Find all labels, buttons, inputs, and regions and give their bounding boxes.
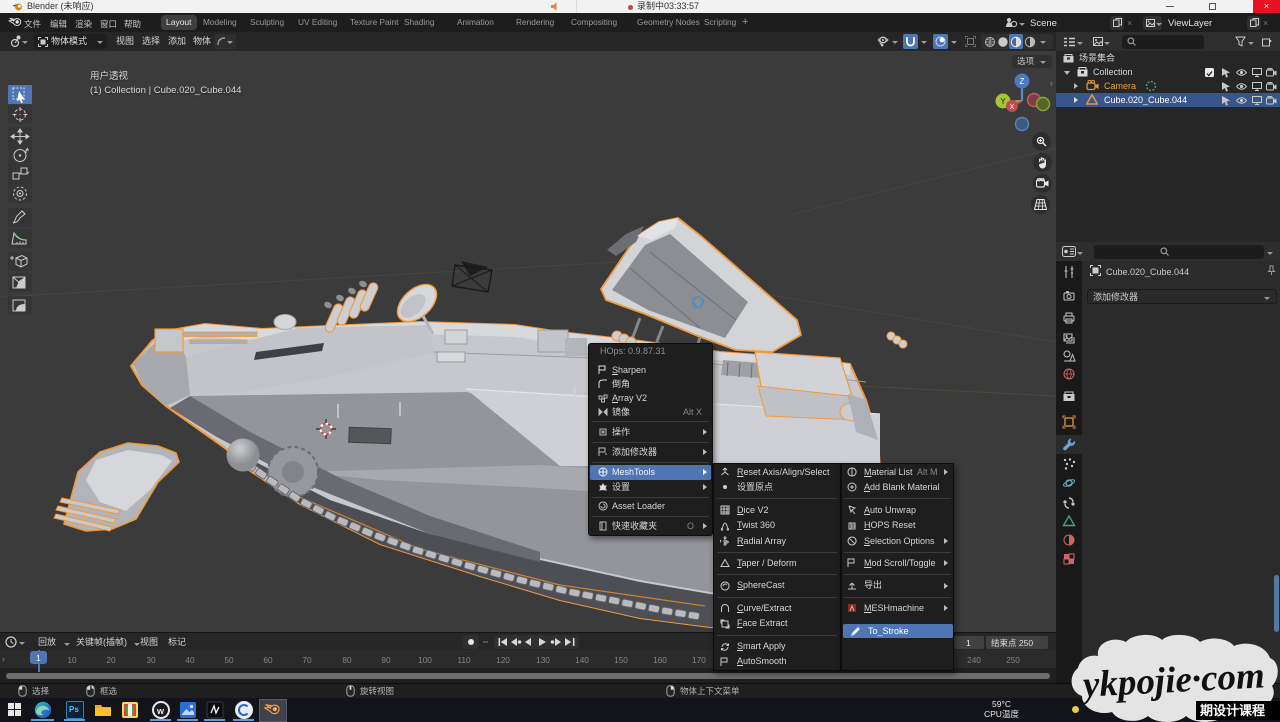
svg-text:Z: Z [1020,77,1025,86]
svg-text:Y: Y [1000,97,1006,106]
svg-text:X: X [1010,104,1015,111]
